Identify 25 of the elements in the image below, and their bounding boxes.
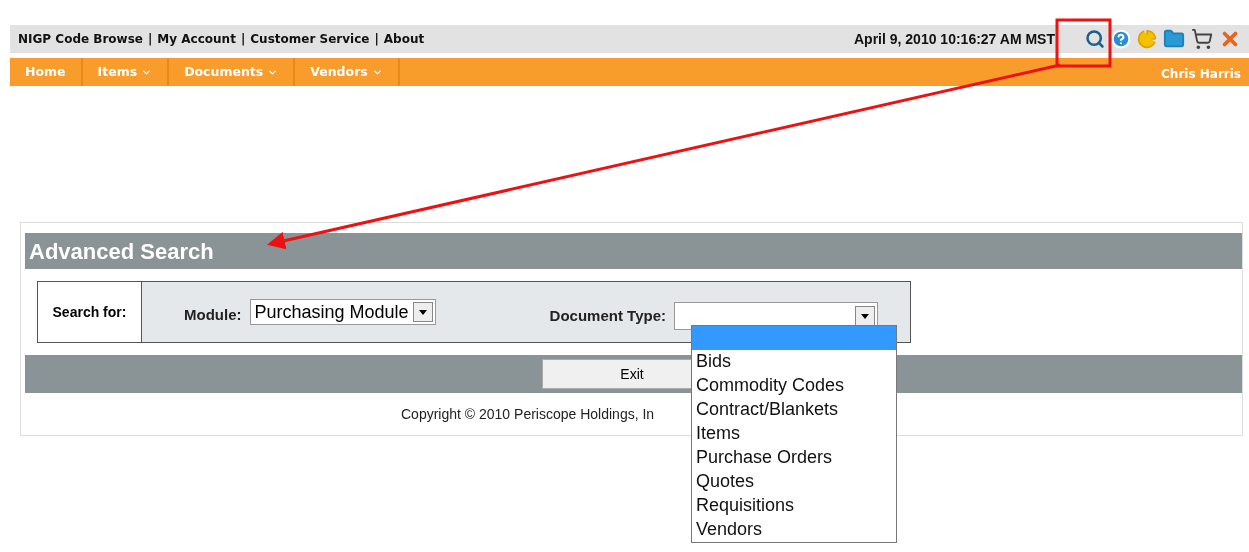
module-select[interactable]: Purchasing Module: [249, 299, 436, 325]
dropdown-option[interactable]: Purchase Orders: [692, 446, 896, 470]
dropdown-option[interactable]: Items: [692, 422, 896, 446]
module-label: Module:: [184, 304, 242, 325]
link-separator: |: [146, 31, 154, 48]
dropdown-option[interactable]: Vendors: [692, 518, 896, 542]
search-icon[interactable]: [1085, 29, 1105, 49]
top-link[interactable]: About: [383, 30, 425, 48]
top-link[interactable]: NIGP Code Browse: [18, 30, 143, 48]
dropdown-option[interactable]: Requisitions: [692, 494, 896, 518]
document-type-label: Document Type:: [549, 305, 666, 326]
link-separator: |: [373, 31, 380, 48]
top-link[interactable]: My Account: [157, 30, 236, 48]
top-link[interactable]: Customer Service: [250, 30, 370, 48]
link-separator: |: [239, 31, 247, 48]
cart-icon[interactable]: [1191, 28, 1213, 50]
date-time: April 9, 2010 10:16:27 AM MST: [854, 29, 1055, 49]
dropdown-option[interactable]: Contract/Blankets: [692, 398, 896, 422]
help-icon[interactable]: [1111, 29, 1131, 49]
highlight-box: [1055, 18, 1112, 68]
search-for-label: Search for:: [52, 302, 127, 322]
copyright-text: Copyright © 2010 Periscope Holdings, In: [401, 404, 655, 424]
dropdown-option[interactable]: Quotes: [692, 470, 896, 494]
folder-icon[interactable]: [1163, 28, 1185, 50]
panel-title: Advanced Search: [29, 237, 214, 266]
